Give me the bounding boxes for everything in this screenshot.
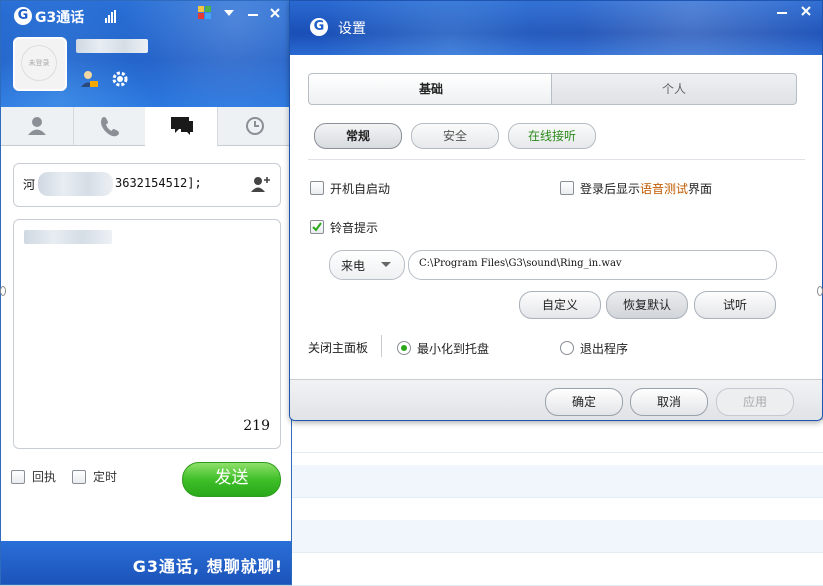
contacts-icon: [28, 117, 46, 135]
settings-dialog: G 设置 基础 个人 常规 安全 在线接听 开机自启动 登录后显示语音测试界面 …: [289, 0, 823, 421]
exit-program-radio[interactable]: [560, 341, 574, 355]
minimize-icon[interactable]: [245, 6, 261, 22]
subtab-security[interactable]: 安全: [411, 123, 499, 149]
exit-program-label: 退出程序: [580, 342, 629, 356]
char-counter: 219: [243, 418, 270, 434]
restore-default-button[interactable]: 恢复默认: [606, 291, 688, 319]
app-logo-icon: G: [14, 7, 32, 25]
list-row: [292, 420, 823, 453]
signal-icon: [105, 9, 117, 23]
list-row: [292, 553, 823, 586]
ringtone-checkbox[interactable]: [310, 220, 324, 234]
slogan-text: G3通话, 想聊就聊!: [132, 557, 283, 576]
minimize-to-tray-radio[interactable]: [397, 341, 411, 355]
ring-type-select[interactable]: 来电: [329, 250, 405, 280]
main-window: G G3通话 未登录 河 3632154512]; 219 回执 定时 发送 G…: [0, 0, 292, 585]
dialog-title: 设置: [338, 21, 366, 37]
tab-history[interactable]: [217, 107, 291, 145]
background-list: [292, 420, 823, 586]
separator: [381, 335, 382, 357]
custom-button[interactable]: 自定义: [519, 291, 601, 319]
clock-icon: [246, 117, 264, 135]
message-input[interactable]: 219: [13, 219, 281, 449]
recipient-redacted: [38, 172, 113, 196]
tab-calls[interactable]: [73, 107, 146, 145]
resize-handle-right[interactable]: [817, 286, 823, 296]
ringtone-label: 铃音提示: [330, 221, 379, 235]
dialog-footer: 确定 取消 应用: [290, 379, 822, 420]
list-row: [292, 520, 823, 553]
dialog-close-icon[interactable]: [798, 4, 814, 20]
avatar[interactable]: 未登录: [13, 37, 67, 91]
autostart-checkbox[interactable]: [310, 181, 324, 195]
close-panel-label: 关闭主面板: [308, 341, 369, 355]
segment-personal[interactable]: 个人: [551, 73, 797, 105]
divider: [308, 159, 805, 160]
test-listen-button[interactable]: 试听: [694, 291, 776, 319]
subtab-general[interactable]: 常规: [314, 123, 402, 149]
main-header: G G3通话 未登录: [1, 1, 291, 107]
avatar-placeholder: 未登录: [21, 45, 57, 81]
person-badge-icon[interactable]: [79, 69, 99, 89]
checkmark-icon: [312, 222, 322, 232]
resize-handle-left[interactable]: [0, 286, 6, 296]
minimize-to-tray-label: 最小化到托盘: [417, 342, 490, 356]
voice-test-suffix: 界面: [688, 182, 713, 196]
voice-test-highlight: 语音测试: [640, 182, 689, 196]
ring-path-field[interactable]: C:\Program Files\G3\sound\Ring_in.wav: [408, 250, 777, 280]
chevron-down-icon: [381, 262, 391, 267]
app-title: G3通话: [35, 10, 85, 26]
cancel-button[interactable]: 取消: [630, 388, 708, 416]
dialog-minimize-icon[interactable]: [774, 4, 790, 20]
chat-icon: [171, 117, 193, 135]
dialog-logo-icon: G: [310, 18, 328, 36]
phone-icon: [101, 117, 119, 137]
menu-dropdown-icon[interactable]: [221, 6, 237, 22]
close-icon[interactable]: [267, 6, 283, 22]
settings-gear-icon[interactable]: [110, 69, 130, 89]
list-row: [292, 465, 823, 498]
receipt-checkbox[interactable]: [11, 470, 25, 484]
voice-test-label: 登录后显示语音测试界面: [580, 180, 712, 197]
timed-label: 定时: [93, 470, 118, 484]
segment-basic[interactable]: 基础: [308, 73, 554, 105]
dialog-header: G 设置: [290, 1, 822, 55]
message-redacted: [24, 230, 112, 244]
recipient-suffix: 3632154512];: [115, 176, 202, 190]
send-button[interactable]: 发送: [182, 462, 281, 497]
recipient-prefix: 河: [23, 178, 36, 192]
autostart-label: 开机自启动: [330, 182, 391, 196]
receipt-label: 回执: [32, 470, 57, 484]
add-contact-icon[interactable]: [250, 175, 272, 193]
subtab-online-answer[interactable]: 在线接听: [508, 123, 596, 149]
ring-type-value: 来电: [341, 259, 366, 273]
slogan-banner: G3通话, 想聊就聊!: [1, 541, 291, 584]
tab-messages[interactable]: [145, 107, 218, 147]
ok-button[interactable]: 确定: [545, 388, 623, 416]
tab-contacts[interactable]: [1, 107, 74, 145]
main-tabs: [1, 107, 291, 147]
skin-icon[interactable]: [197, 6, 213, 22]
timed-checkbox[interactable]: [72, 470, 86, 484]
recipient-field[interactable]: 河 3632154512];: [13, 163, 281, 207]
username-redacted: [76, 39, 148, 53]
apply-button[interactable]: 应用: [716, 388, 794, 416]
ring-path-value: C:\Program Files\G3\sound\Ring_in.wav: [419, 258, 622, 269]
voice-test-checkbox[interactable]: [560, 181, 574, 195]
voice-test-prefix: 登录后显示: [580, 182, 641, 196]
